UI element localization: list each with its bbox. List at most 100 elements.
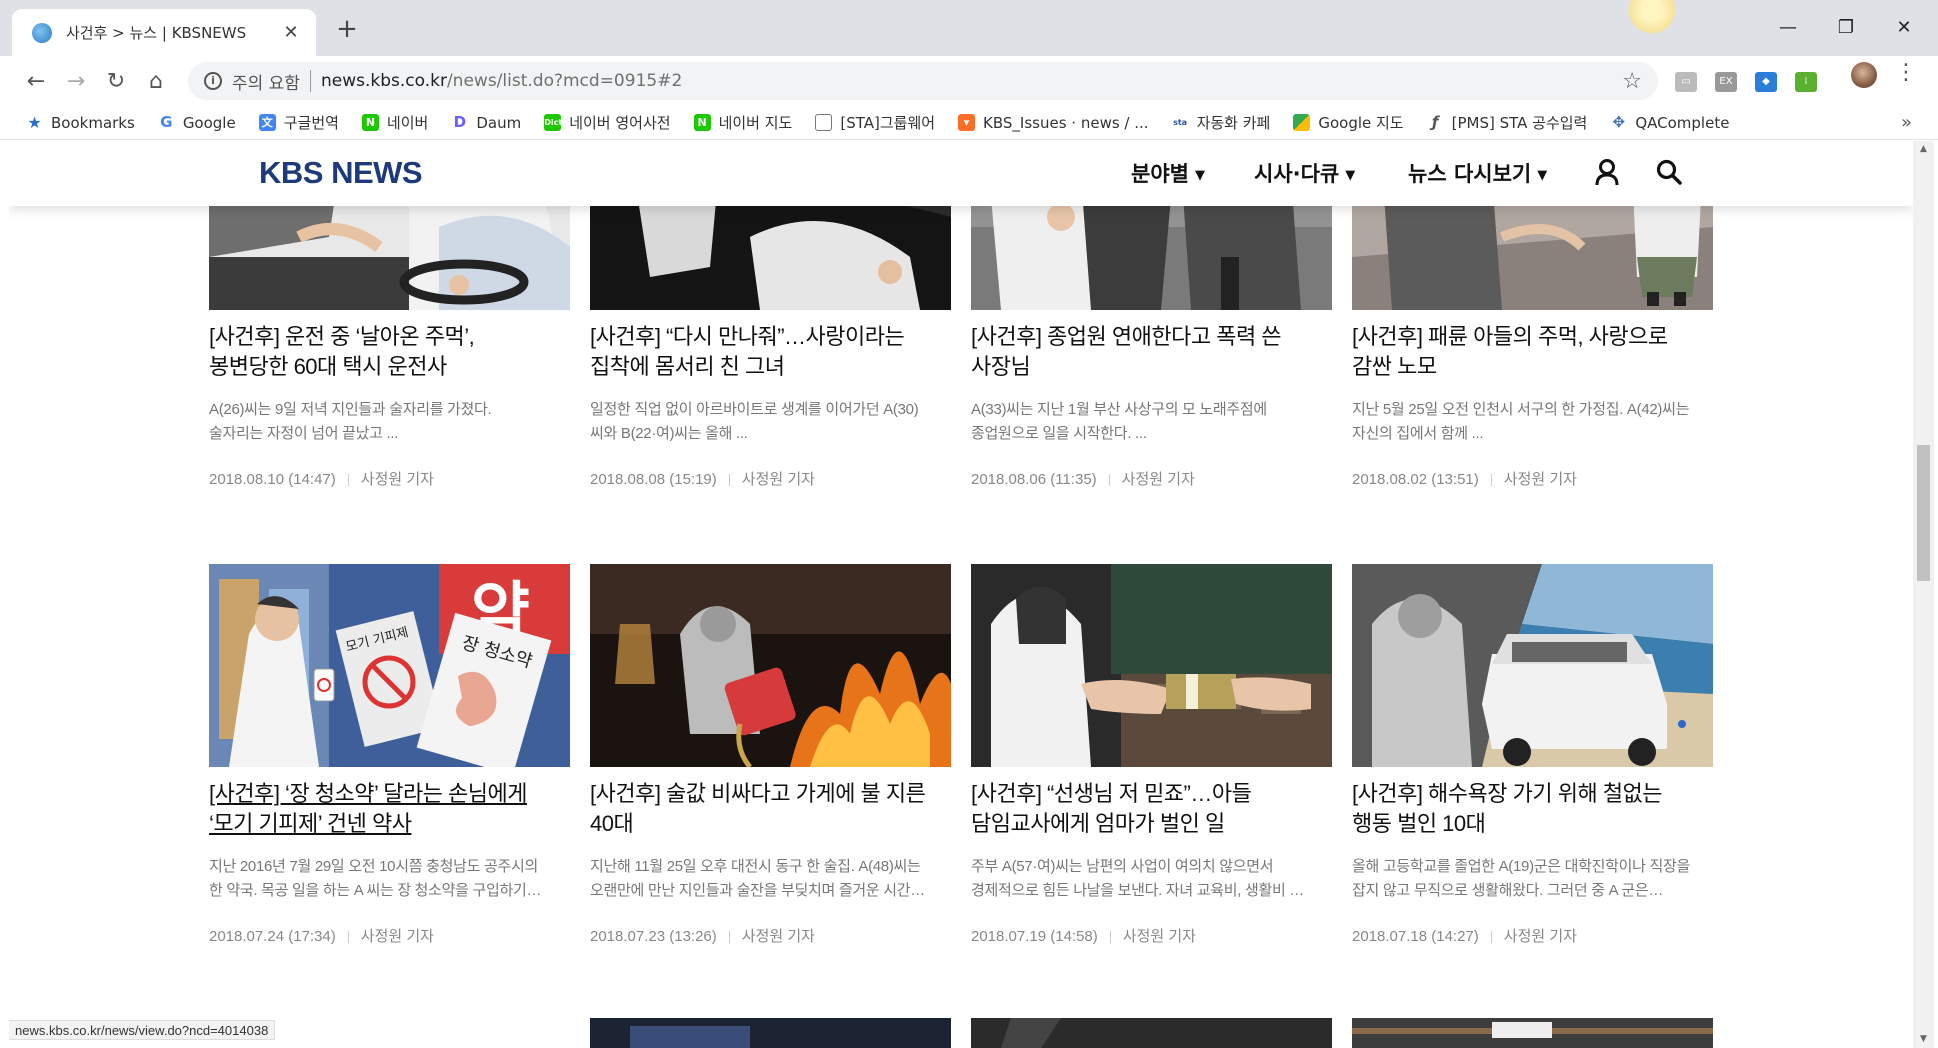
home-button[interactable]: ⌂ — [140, 66, 172, 98]
bookmark-item[interactable]: N 네이버 지도 — [693, 112, 792, 133]
article-title[interactable]: [사건후] “다시 만나줘”…사랑이라는 집착에 몸서리 친 그녀 — [590, 322, 951, 382]
title-line: [사건후] 패륜 아들의 주먹, 사랑으로 — [1352, 324, 1668, 349]
article-thumbnail[interactable] — [1352, 564, 1713, 767]
title-line: [사건후] 해수욕장 가기 위해 철없는 — [1352, 781, 1663, 806]
back-button[interactable]: ← — [20, 66, 52, 98]
title-line: 봉변당한 60대 택시 운전사 — [209, 354, 447, 379]
meta-divider — [1109, 931, 1111, 944]
summary-line: 경제적으로 힘든 나날을 보낸다. 자녀 교육비, 생활비 … — [971, 882, 1305, 899]
bookmark-label: QAComplete — [1635, 113, 1730, 132]
minimize-button[interactable]: — — [1768, 12, 1808, 44]
close-tab-icon[interactable]: ✕ — [280, 22, 302, 43]
search-icon[interactable] — [1654, 157, 1684, 187]
bookmark-item[interactable]: ✥ QAComplete — [1610, 114, 1729, 132]
article-title[interactable]: [사건후] 패륜 아들의 주먹, 사랑으로 감싼 노모 — [1352, 322, 1713, 382]
kbs-news-logo[interactable]: KBS NEWS — [259, 155, 423, 191]
article-summary[interactable]: 지난 2016년 7월 29일 오전 10시쯤 충청남도 공주시의 한 약국. 목… — [209, 855, 570, 903]
nav-label: 시사·다큐 — [1254, 162, 1340, 186]
article-title[interactable]: [사건후] 운전 중 ‘날아온 주먹’, 봉변당한 60대 택시 운전사 — [209, 322, 570, 382]
forward-button[interactable]: → — [60, 66, 92, 98]
bookmark-item[interactable]: [STA]그룹웨어 — [815, 112, 935, 133]
page-scrollbar[interactable]: ▲ ▼ — [1913, 141, 1934, 1048]
more-bookmarks-icon[interactable]: » — [1901, 112, 1912, 133]
article-date: 2018.08.06 (11:35) — [971, 471, 1097, 488]
user-icon[interactable] — [1592, 157, 1622, 187]
scroll-up-icon[interactable]: ▲ — [1913, 141, 1934, 158]
article-card[interactable] — [971, 1018, 1332, 1048]
article-title[interactable]: [사건후] 술값 비싸다고 가게에 불 지른 40대 — [590, 779, 951, 839]
bookmark-item[interactable]: sta 자동화 카페 — [1171, 112, 1271, 133]
browser-menu-icon[interactable]: ⋮ — [1895, 60, 1917, 85]
nav-current-affairs[interactable]: 시사·다큐 ▼ — [1254, 158, 1355, 188]
article-thumbnail[interactable] — [590, 1018, 951, 1048]
nav-replay[interactable]: 뉴스 다시보기 ▼ — [1408, 158, 1547, 188]
summary-line: A(26)씨는 9일 저녁 지인들과 술자리를 가졌다. — [209, 401, 492, 418]
url-host: news.kbs.co.kr — [320, 71, 447, 91]
article-summary[interactable]: A(26)씨는 9일 저녁 지인들과 술자리를 가졌다. 술자리는 자정이 넘어 … — [209, 398, 570, 446]
article-title[interactable]: [사건후] ‘장 청소약’ 달라는 손님에게 ‘모기 기피제’ 건넨 약사 — [209, 779, 570, 839]
article-thumbnail[interactable] — [971, 564, 1332, 767]
bookmark-label: KBS_Issues · news / ... — [983, 113, 1149, 132]
scrollbar-thumb[interactable] — [1917, 445, 1930, 581]
info-icon[interactable]: i — [204, 72, 222, 90]
site-header: KBS NEWS 분야별 ▼ 시사·다큐 ▼ 뉴스 다시보기 ▼ — [9, 141, 1913, 206]
article-card[interactable]: [사건후] 술값 비싸다고 가게에 불 지른 40대 지난해 11월 25일 오후… — [590, 564, 951, 946]
article-card[interactable] — [590, 1018, 951, 1048]
article-thumbnail[interactable] — [1352, 1018, 1713, 1048]
article-card[interactable]: 약 모기 기피제 장 청소약 [사건후] ‘장 청소약’ 달라는 손님에게 ‘모기… — [209, 564, 570, 946]
bookmark-item[interactable]: ƒ [PMS] STA 공수입력 — [1426, 112, 1587, 133]
extension-cast-icon[interactable]: ▭ — [1675, 72, 1697, 92]
nav-label: 뉴스 다시보기 — [1408, 162, 1532, 186]
close-window-button[interactable]: ✕ — [1884, 12, 1924, 44]
title-line: 사장님 — [971, 354, 1031, 379]
article-card[interactable]: [사건후] “선생님 저 믿죠”…아들 담임교사에게 엄마가 벌인 일 주부 A(… — [971, 564, 1332, 946]
extension-ladder-icon[interactable]: ⁞ — [1795, 72, 1817, 92]
restore-button[interactable]: ❐ — [1826, 12, 1866, 44]
article-thumbnail[interactable]: 약 모기 기피제 장 청소약 — [209, 564, 570, 767]
article-summary[interactable]: 지난해 11월 25일 오후 대전시 동구 한 술집. A(48)씨는 오랜만에 … — [590, 855, 951, 903]
article-thumbnail[interactable] — [971, 1018, 1332, 1048]
bookmark-star-icon[interactable]: ☆ — [1622, 69, 1642, 94]
article-title[interactable]: [사건후] 종업원 연애한다고 폭력 쓴 사장님 — [971, 322, 1332, 382]
profile-avatar[interactable] — [1851, 62, 1877, 88]
article-title[interactable]: [사건후] 해수욕장 가기 위해 철없는 행동 벌인 10대 — [1352, 779, 1713, 839]
reload-button[interactable]: ↻ — [100, 66, 132, 98]
summary-line: 한 약국. 목공 일을 하는 A 씨는 장 청소약을 구입하기… — [209, 882, 542, 899]
article-summary[interactable]: 지난 5월 25일 오전 인천시 서구의 한 가정집. A(42)씨는 자신의 집… — [1352, 398, 1713, 446]
address-bar[interactable]: i 주의 요함 news.kbs.co.kr /news/list.do?mcd… — [188, 62, 1658, 100]
browser-tab[interactable]: 사건후 > 뉴스 | KBSNEWS ✕ — [12, 9, 316, 56]
browser-toolbar: ← → ↻ ⌂ i 주의 요함 news.kbs.co.kr /news/lis… — [0, 56, 1938, 106]
bookmark-item[interactable]: Google 지도 — [1293, 112, 1404, 133]
bookmark-item[interactable]: 文 구글번역 — [258, 112, 339, 133]
bookmark-item[interactable]: G Google — [158, 114, 236, 132]
article-author: 사정원 기자 — [741, 928, 815, 945]
bookmark-item[interactable]: Dict 네이버 영어사전 — [544, 112, 671, 133]
bookmark-item[interactable]: ▾ KBS_Issues · news / ... — [958, 114, 1149, 132]
extension-ex-icon[interactable]: EX — [1715, 72, 1737, 92]
article-card[interactable]: [사건후] 해수욕장 가기 위해 철없는 행동 벌인 10대 올해 고등학교를 졸… — [1352, 564, 1713, 946]
bookmark-item[interactable]: ★ Bookmarks — [26, 114, 134, 132]
title-line: [사건후] ‘장 청소약’ 달라는 손님에게 — [209, 781, 528, 806]
title-line: [사건후] “다시 만나줘”…사랑이라는 — [590, 324, 905, 349]
caret-down-icon: ▼ — [1345, 167, 1356, 183]
google-icon: G — [160, 113, 173, 131]
bookmark-item[interactable]: D Daum — [451, 114, 521, 132]
summary-line: 자신의 집에서 함께 ... — [1352, 425, 1484, 442]
cafe-icon: sta — [1171, 114, 1189, 131]
bookmark-label: 자동화 카페 — [1196, 114, 1271, 132]
article-date: 2018.07.19 (14:58) — [971, 928, 1098, 945]
bookmark-item[interactable]: N 네이버 — [361, 112, 428, 133]
nav-category[interactable]: 분야별 ▼ — [1131, 158, 1205, 188]
article-summary[interactable]: 주부 A(57·여)씨는 남편의 사업이 여의치 않으면서 경제적으로 힘든 나날… — [971, 855, 1332, 903]
scroll-down-icon[interactable]: ▼ — [1913, 1031, 1934, 1048]
article-summary[interactable]: 올해 고등학교를 졸업한 A(19)군은 대학진학이나 직장을 잡지 않고 무직으… — [1352, 855, 1713, 903]
new-tab-button[interactable]: + — [332, 14, 362, 44]
article-summary[interactable]: A(33)씨는 지난 1월 부산 사상구의 모 노래주점에 종업원으로 일을 시작… — [971, 398, 1332, 446]
article-card[interactable] — [1352, 1018, 1713, 1048]
article-summary[interactable]: 일정한 직업 없이 아르바이트로 생계를 이어가던 A(30) 씨와 B(22·여… — [590, 398, 951, 446]
title-line: 담임교사에게 엄마가 벌인 일 — [971, 811, 1225, 836]
article-thumbnail[interactable] — [590, 564, 951, 767]
article-date: 2018.08.10 (14:47) — [209, 471, 336, 488]
article-title[interactable]: [사건후] “선생님 저 믿죠”…아들 담임교사에게 엄마가 벌인 일 — [971, 779, 1332, 839]
extension-diamond-icon[interactable]: ◆ — [1755, 72, 1777, 92]
